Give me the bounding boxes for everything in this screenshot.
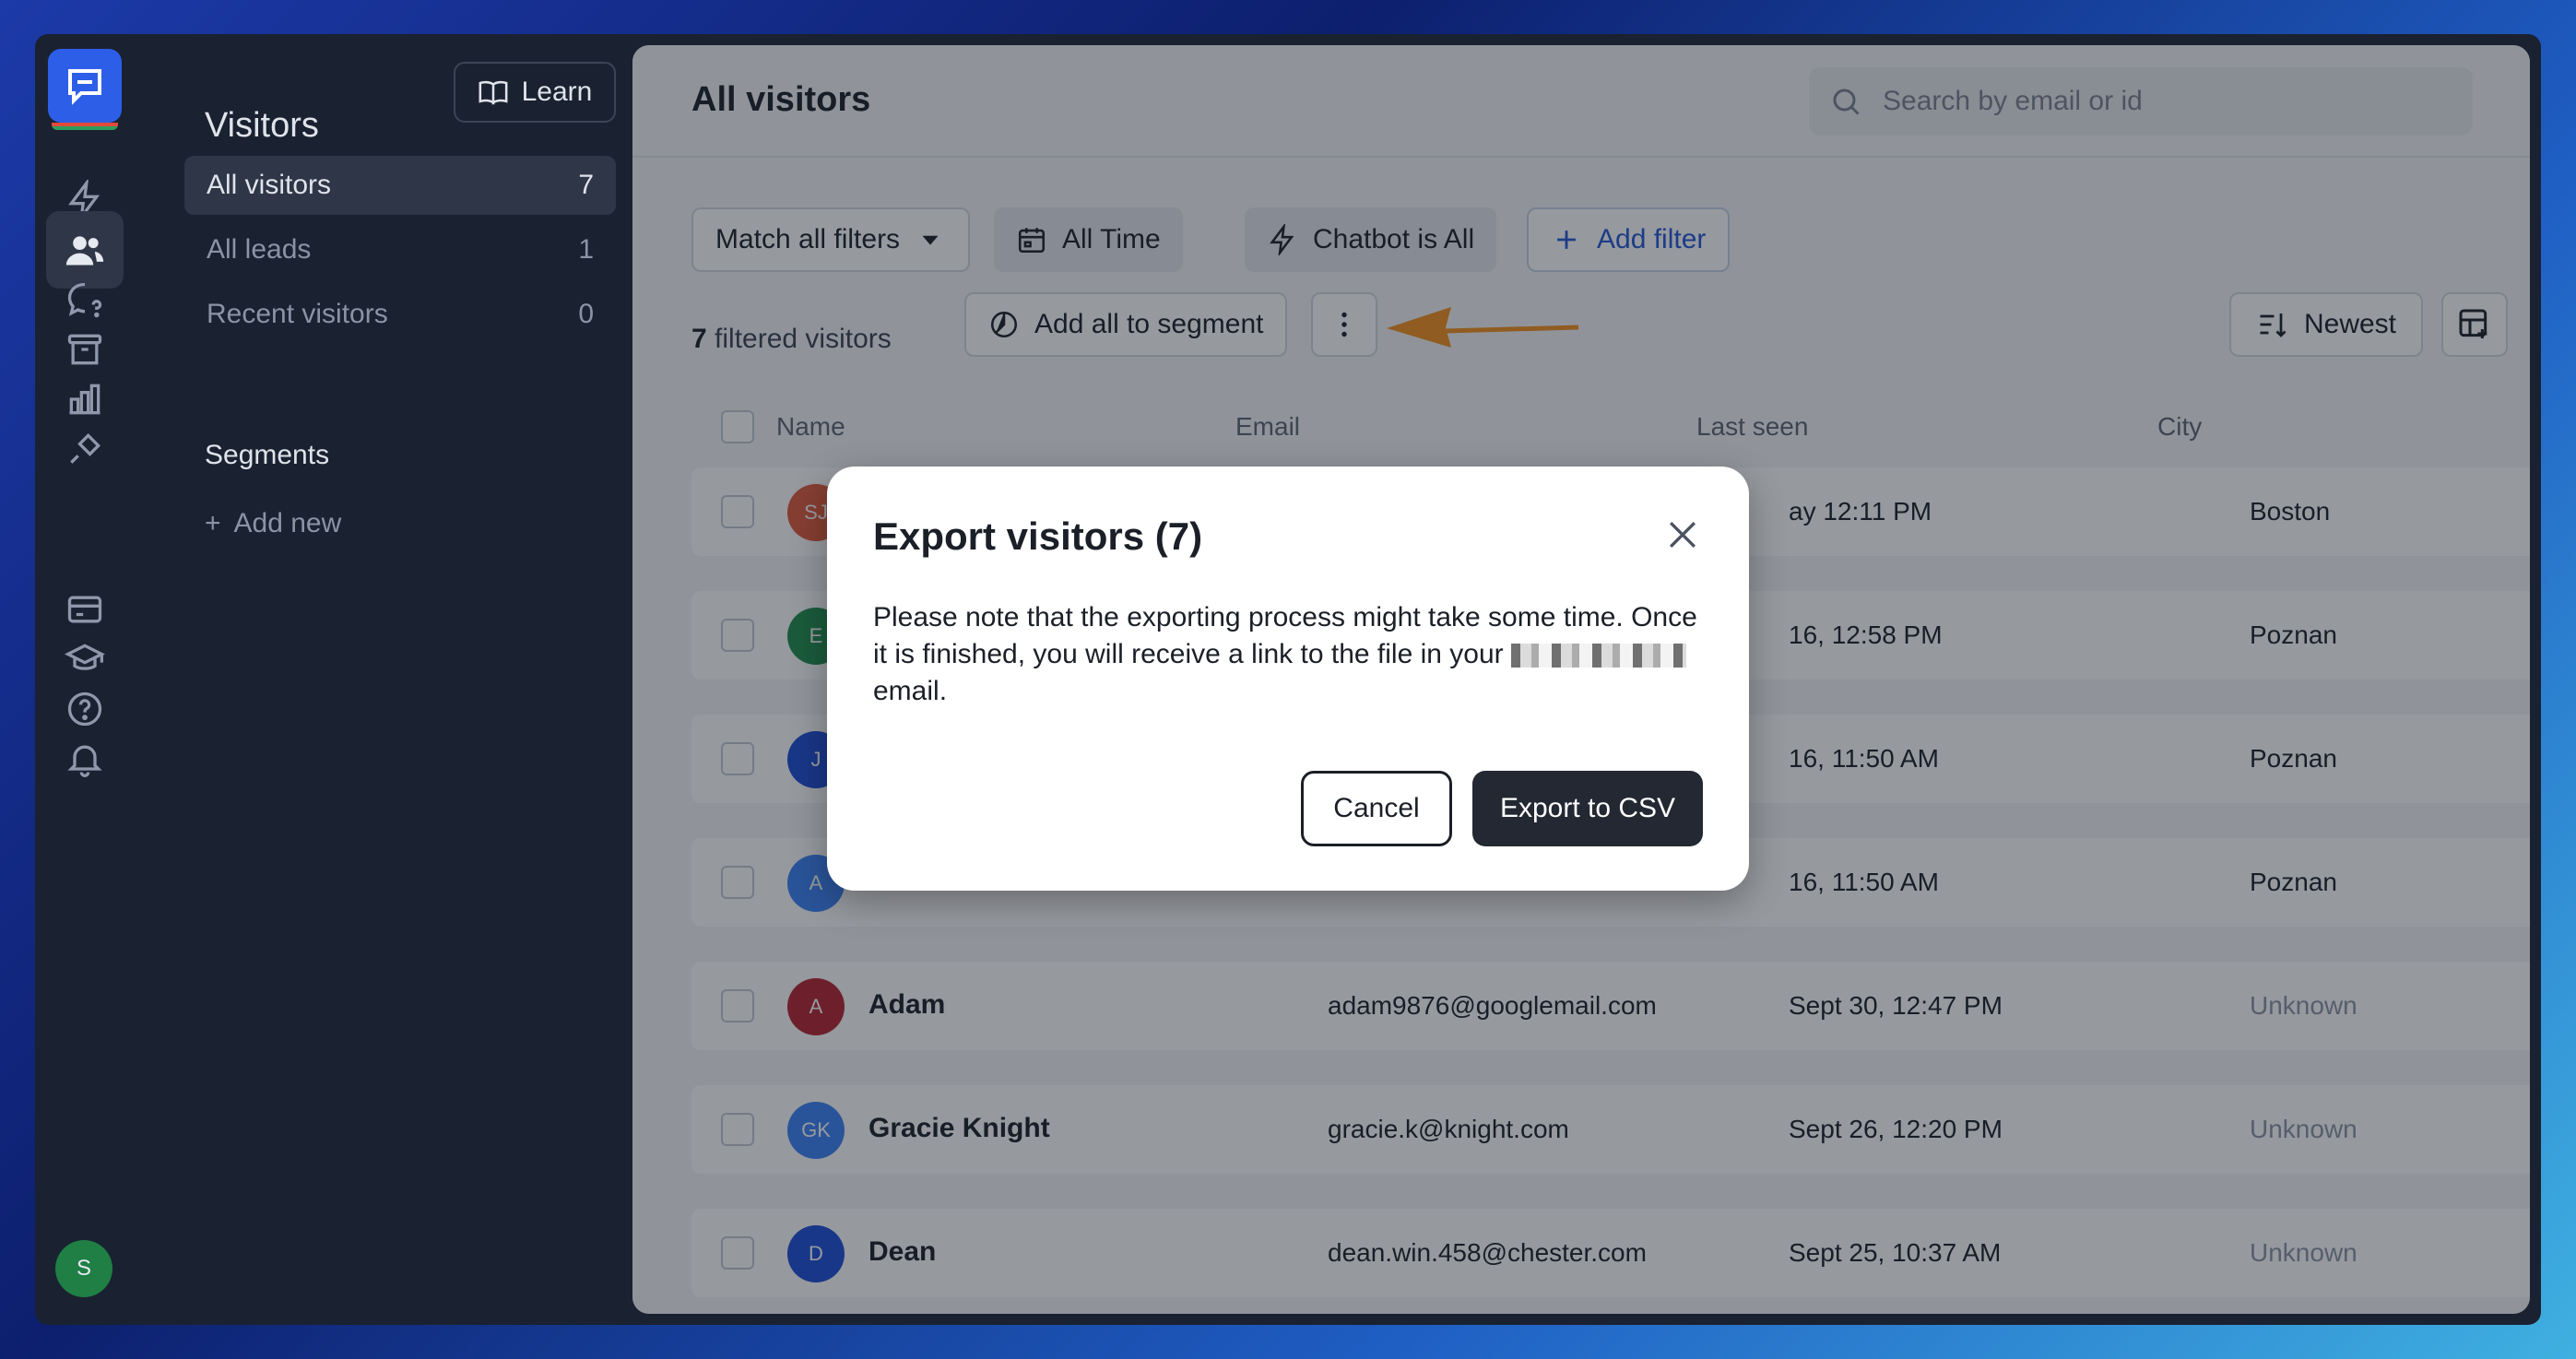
cancel-button[interactable]: Cancel bbox=[1301, 771, 1452, 846]
close-icon[interactable] bbox=[1662, 514, 1703, 555]
export-to-csv-button[interactable]: Export to CSV bbox=[1472, 771, 1703, 846]
dialog-title: Export visitors (7) bbox=[873, 514, 1203, 558]
redacted-email bbox=[1511, 644, 1686, 668]
dialog-message-end: email. bbox=[873, 676, 948, 706]
dialog-message: Please note that the exporting process m… bbox=[873, 599, 1703, 710]
export-visitors-dialog: Export visitors (7) Please note that the… bbox=[827, 467, 1749, 891]
